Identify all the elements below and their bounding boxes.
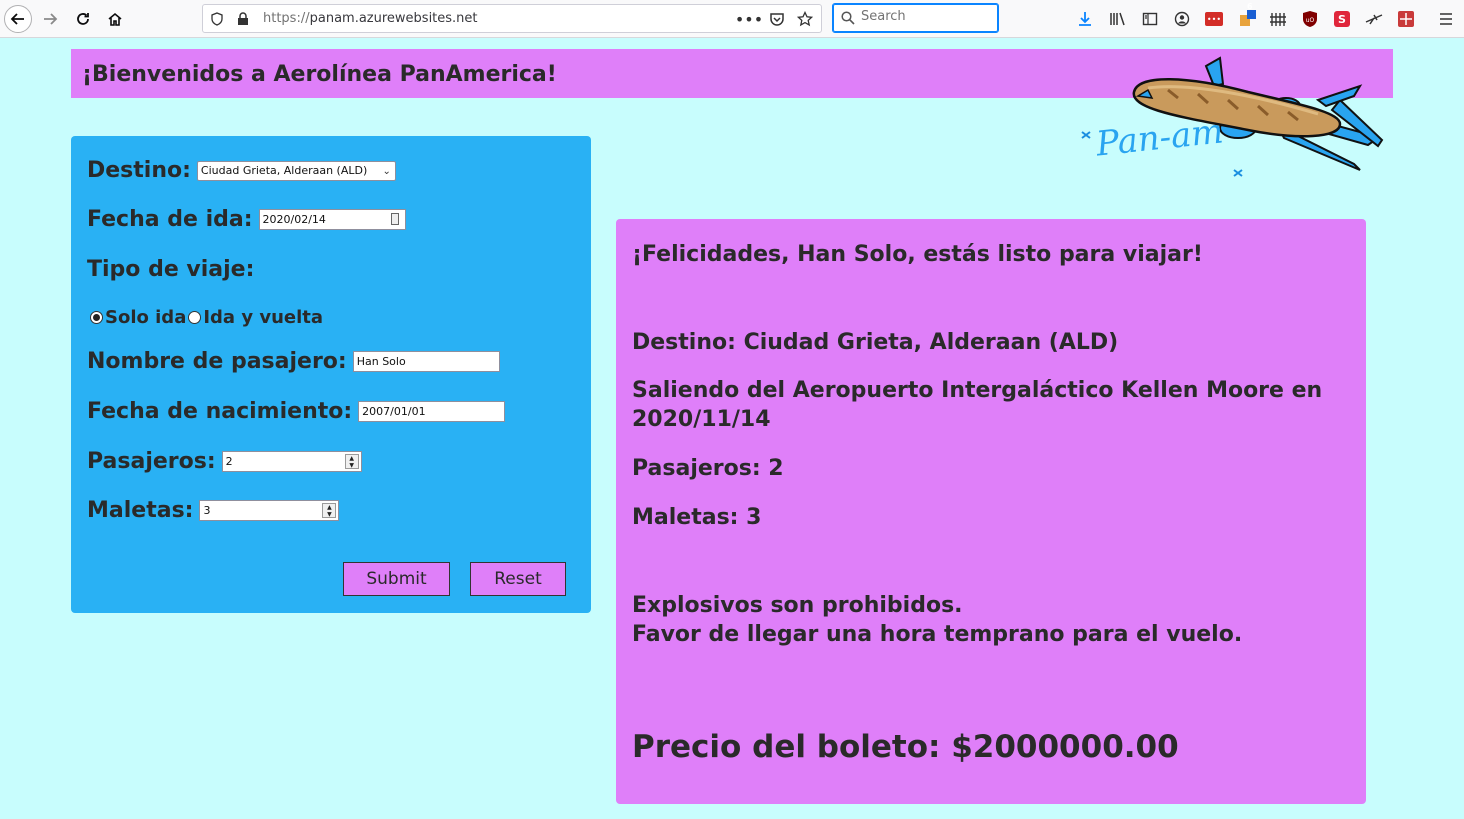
page-title: ¡Bienvenidos a Aerolínea PanAmerica! <box>82 62 557 87</box>
ticket-price: Precio del boleto: $2000000.00 <box>632 729 1179 765</box>
warning-llegar-temprano: Favor de llegar una hora temprano para e… <box>632 622 1243 647</box>
bookmark-star-icon[interactable] <box>797 11 813 27</box>
browser-toolbar: https://panam.azurewebsites.net ••• ••• … <box>0 0 1464 38</box>
sidebar-icon[interactable] <box>1140 9 1160 29</box>
fecha-ida-label: Fecha de ida: <box>87 207 253 232</box>
fecha-ida-value: 2020/02/14 <box>262 213 326 226</box>
back-button[interactable] <box>4 5 32 33</box>
reload-icon <box>77 13 89 25</box>
nombre-label: Nombre de pasajero: <box>87 349 347 374</box>
congrats-message: ¡Felicidades, Han Solo, estás listo para… <box>632 242 1203 267</box>
library-icon[interactable] <box>1108 9 1128 29</box>
gift-extension-icon[interactable] <box>1396 9 1416 29</box>
destino-label: Destino: <box>87 158 191 183</box>
pasajeros-label: Pasajeros: <box>87 449 216 474</box>
svg-text:uO: uO <box>1306 17 1315 24</box>
search-bar[interactable] <box>832 3 999 33</box>
svg-text:•••: ••• <box>1207 15 1221 24</box>
maletas-value: 3 <box>203 504 211 517</box>
result-saliendo-line1: Saliendo del Aeropuerto Intergaláctico K… <box>632 378 1323 403</box>
url-text: https://panam.azurewebsites.net <box>263 11 478 26</box>
fecha-ida-input[interactable]: 2020/02/14 <box>258 209 406 230</box>
destino-value: Ciudad Grieta, Alderaan (ALD) <box>200 164 368 177</box>
result-pasajeros: Pasajeros: 2 <box>632 456 784 481</box>
maletas-input[interactable]: 3 ▲ ▼ <box>199 500 340 521</box>
radio-selected-dot <box>93 314 100 321</box>
menu-icon[interactable] <box>1436 9 1456 29</box>
url-host: panam.azurewebsites.net <box>309 11 478 26</box>
stylus-extension-icon[interactable]: S <box>1332 9 1352 29</box>
result-saliendo-date: 2020/11/14 <box>632 407 771 432</box>
pasajeros-input[interactable]: 2 ▲ ▼ <box>221 451 362 472</box>
extension-badge: 6 <box>1247 2 1253 11</box>
chevron-down-icon: ⌄ <box>382 165 391 177</box>
result-destino: Destino: Ciudad Grieta, Alderaan (ALD) <box>632 330 1119 355</box>
maletas-stepper[interactable]: ▲ ▼ <box>322 503 337 518</box>
url-scheme: https:// <box>263 11 310 26</box>
notification-extension-icon[interactable]: 6 <box>1237 2 1257 29</box>
pasajeros-value: 2 <box>225 455 233 468</box>
shield-icon[interactable] <box>209 11 225 27</box>
lastpass-extension-icon[interactable]: ••• <box>1204 9 1224 29</box>
destino-select[interactable]: Ciudad Grieta, Alderaan (ALD) ⌄ <box>196 160 396 181</box>
submit-button[interactable]: Submit <box>343 562 450 596</box>
solo-ida-label[interactable]: Solo ida <box>105 307 186 328</box>
tipo-label: Tipo de viaje: <box>87 257 255 282</box>
booking-form: Destino: Ciudad Grieta, Alderaan (ALD) ⌄… <box>71 136 591 613</box>
home-button[interactable] <box>101 5 129 33</box>
lock-icon[interactable] <box>235 11 251 27</box>
pocket-icon[interactable] <box>769 11 785 27</box>
stepper-up-icon[interactable]: ▲ <box>349 455 354 462</box>
fecha-ida-row: Fecha de ida: 2020/02/14 <box>87 207 406 232</box>
nacimiento-value: 2007/01/01 <box>362 405 426 418</box>
nombre-row: Nombre de pasajero: Han Solo <box>87 349 500 374</box>
reset-button[interactable]: Reset <box>470 562 566 596</box>
svg-text:S: S <box>1338 13 1346 26</box>
ublock-icon[interactable]: uO <box>1300 9 1320 29</box>
page-actions-icon[interactable]: ••• <box>735 10 763 29</box>
nombre-value: Han Solo <box>356 355 406 368</box>
nombre-input[interactable]: Han Solo <box>352 351 500 372</box>
stepper-down-icon[interactable]: ▼ <box>349 462 354 469</box>
search-icon <box>841 11 855 25</box>
ida-vuelta-radio[interactable] <box>188 311 202 324</box>
solo-ida-radio[interactable] <box>90 311 103 324</box>
account-icon[interactable] <box>1172 9 1192 29</box>
nacimiento-input[interactable]: 2007/01/01 <box>358 401 506 422</box>
maletas-row: Maletas: 3 ▲ ▼ <box>87 498 340 523</box>
stepper-down-icon[interactable]: ▼ <box>327 511 332 518</box>
fence-extension-icon[interactable] <box>1268 9 1288 29</box>
date-spinner-icon[interactable] <box>390 213 399 225</box>
forward-arrow-icon <box>44 13 58 25</box>
nacimiento-row: Fecha de nacimiento: 2007/01/01 <box>87 399 506 424</box>
url-bar[interactable]: https://panam.azurewebsites.net ••• <box>202 4 822 33</box>
result-panel: ¡Felicidades, Han Solo, estás listo para… <box>616 219 1366 804</box>
baguette-plane-icon <box>1081 56 1384 177</box>
home-icon <box>108 12 122 26</box>
search-input[interactable] <box>861 9 991 24</box>
maletas-label: Maletas: <box>87 498 194 523</box>
result-maletas: Maletas: 3 <box>632 505 762 530</box>
warning-explosivos: Explosivos son prohibidos. <box>632 593 963 618</box>
reload-button[interactable] <box>69 5 97 33</box>
pasajeros-stepper[interactable]: ▲ ▼ <box>344 454 359 469</box>
destino-row: Destino: Ciudad Grieta, Alderaan (ALD) ⌄ <box>87 158 396 183</box>
nacimiento-label: Fecha de nacimiento: <box>87 399 353 424</box>
ida-vuelta-label[interactable]: Ida y vuelta <box>203 307 323 328</box>
back-arrow-icon <box>10 13 24 25</box>
plane-extension-icon[interactable] <box>1364 9 1384 29</box>
pan-am-logo: Pan-am <box>1078 52 1388 184</box>
tipo-radio-group: Solo ida Ida y vuelta <box>90 307 323 328</box>
tipo-row: Tipo de viaje: <box>87 257 254 282</box>
pasajeros-row: Pasajeros: 2 ▲ ▼ <box>87 449 362 474</box>
stepper-up-icon[interactable]: ▲ <box>327 504 332 511</box>
forward-button[interactable] <box>36 5 64 33</box>
downloads-icon[interactable] <box>1075 9 1095 29</box>
